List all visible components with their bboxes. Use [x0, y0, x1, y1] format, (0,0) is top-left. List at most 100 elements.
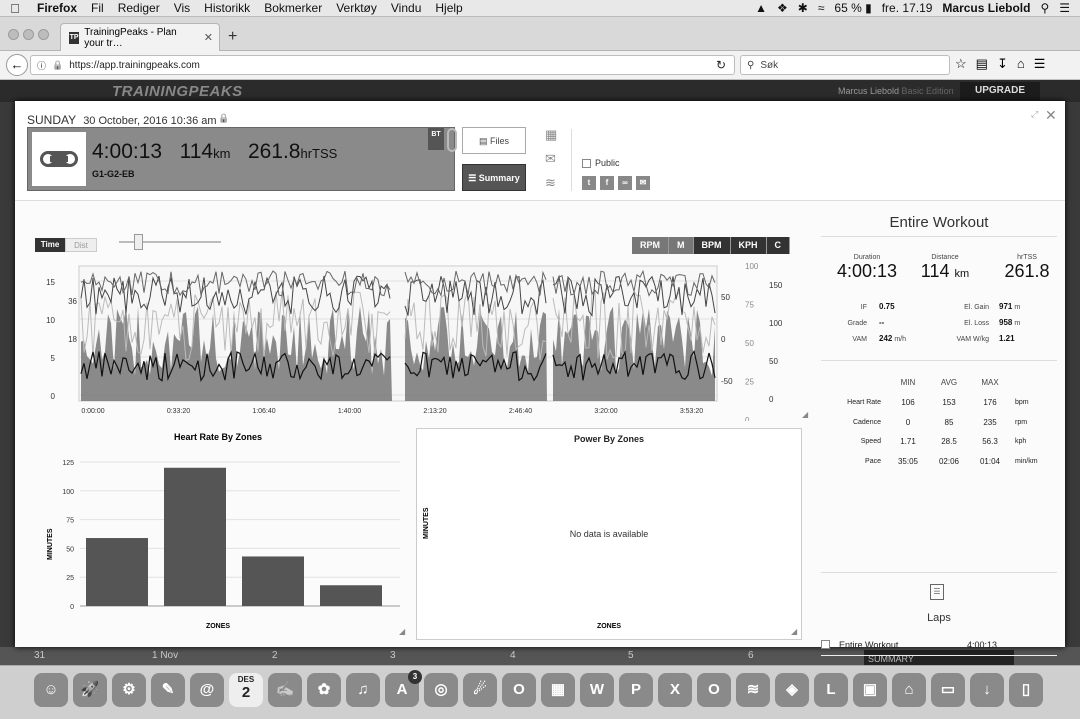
dock-opera-icon[interactable]: O: [502, 673, 536, 707]
menu-bokmerker[interactable]: Bokmerker: [257, 1, 329, 15]
calendar-day[interactable]: 3: [390, 650, 396, 661]
dock-outlook-icon[interactable]: O: [697, 673, 731, 707]
menu-rediger[interactable]: Rediger: [111, 1, 167, 15]
twitter-icon[interactable]: t: [582, 176, 596, 190]
facebook-icon[interactable]: f: [600, 176, 614, 190]
new-tab-button[interactable]: +: [228, 28, 237, 46]
email-icon[interactable]: ✉: [636, 176, 650, 190]
info-icon[interactable]: ⓘ: [37, 59, 46, 72]
window-close-button[interactable]: [8, 29, 19, 40]
dock-dropbox-icon[interactable]: ◈: [775, 673, 809, 707]
attachment-icon[interactable]: [447, 128, 457, 152]
url-bar[interactable]: ⓘ 🔒 https://app.trainingpeaks.com ↻: [30, 55, 735, 75]
menubar-user[interactable]: Marcus Liebold: [942, 1, 1030, 15]
public-checkbox[interactable]: [582, 158, 591, 168]
lap-checkbox[interactable]: [821, 640, 830, 649]
dock-calculator-icon[interactable]: ▦: [541, 673, 575, 707]
apple-icon[interactable]: : [0, 1, 30, 16]
calendar-day[interactable]: 1 Nov: [152, 650, 178, 661]
reload-icon[interactable]: ↻: [716, 58, 726, 72]
dock-photos-icon[interactable]: ✿: [307, 673, 341, 707]
browser-tab[interactable]: TP TrainingPeaks - Plan your tr… ✕: [60, 23, 220, 51]
close-icon[interactable]: ✕: [1045, 107, 1057, 124]
dock-finder-icon[interactable]: ☺: [34, 673, 68, 707]
workout-name[interactable]: G1-G2-EB: [92, 169, 135, 179]
dock-firefox-icon[interactable]: ☄: [463, 673, 497, 707]
calendar-day[interactable]: 2: [272, 650, 278, 661]
menu-vis[interactable]: Vis: [167, 1, 197, 15]
menu-historikk[interactable]: Historikk: [197, 1, 257, 15]
dock-system-preferences-icon[interactable]: ⚙: [112, 673, 146, 707]
window-zoom-button[interactable]: [38, 29, 49, 40]
menu-hjelp[interactable]: Hjelp: [428, 1, 469, 15]
battery-status[interactable]: 65 % ▮: [834, 1, 871, 15]
dock-documents-icon[interactable]: ▭: [931, 673, 965, 707]
wifi-icon[interactable]: ≈: [818, 1, 825, 15]
dock-applications-icon[interactable]: ⌂: [892, 673, 926, 707]
menu-firefox[interactable]: Firefox: [30, 1, 84, 15]
tp-user[interactable]: Marcus Liebold Basic Edition: [838, 86, 954, 96]
back-button[interactable]: ←: [6, 54, 28, 76]
workout-duration[interactable]: 4:00:13: [92, 140, 162, 163]
hr-zones-chart[interactable]: Heart Rate By Zones MINUTES ZONES 125 100…: [30, 428, 410, 638]
dock-word-icon[interactable]: W: [580, 673, 614, 707]
menu-fil[interactable]: Fil: [84, 1, 111, 15]
public-toggle[interactable]: Public: [582, 158, 620, 168]
lap-row-entire[interactable]: Entire Workout 4:00:13: [821, 636, 1057, 656]
dock-slack-icon[interactable]: L: [814, 673, 848, 707]
menu-vindu[interactable]: Vindu: [384, 1, 428, 15]
spotlight-icon[interactable]: ⚲: [1040, 1, 1049, 15]
zone-bar: [320, 585, 382, 606]
workout-tss[interactable]: 261.8: [248, 140, 301, 163]
window-minimize-button[interactable]: [23, 29, 34, 40]
dock-launchpad-icon[interactable]: 🚀: [73, 673, 107, 707]
lock-icon[interactable]: 🔒: [218, 113, 229, 124]
dock-calendar-icon[interactable]: DES 2: [229, 673, 263, 707]
dock-powerpoint-icon[interactable]: P: [619, 673, 653, 707]
dock-excel-icon[interactable]: X: [658, 673, 692, 707]
dock-spotify-icon[interactable]: ≋: [736, 673, 770, 707]
dock-itunes-icon[interactable]: ♫: [346, 673, 380, 707]
tp-logo[interactable]: TRAININGPEAKS: [112, 83, 243, 100]
download-icon[interactable]: ↧: [997, 56, 1008, 72]
resize-handle[interactable]: ◢: [791, 627, 797, 636]
dock-safari-icon[interactable]: ◎: [424, 673, 458, 707]
calendar-day[interactable]: 4: [510, 650, 516, 661]
dock-downloads-icon[interactable]: ↓: [970, 673, 1004, 707]
tab-close-icon[interactable]: ✕: [204, 31, 213, 44]
bar-chart-icon[interactable]: ▦: [545, 127, 557, 143]
bookmark-star-icon[interactable]: ☆: [955, 56, 967, 72]
dropbox-icon[interactable]: ❖: [777, 1, 788, 15]
upgrade-button[interactable]: UPGRADE: [960, 82, 1040, 100]
dock-contacts-icon[interactable]: @: [190, 673, 224, 707]
expand-icon[interactable]: ⤢: [1031, 109, 1038, 120]
dock-trash-icon[interactable]: ▯: [1009, 673, 1043, 707]
dock-app-store-icon[interactable]: A3: [385, 670, 422, 707]
workout-time[interactable]: 10:36 am: [171, 115, 217, 127]
files-button[interactable]: ▤ Files: [462, 127, 526, 154]
clock[interactable]: fre. 17.19: [882, 1, 933, 15]
dock-preview-icon[interactable]: ✎: [151, 673, 185, 707]
home-icon[interactable]: ⌂: [1017, 56, 1025, 72]
bluetooth-icon[interactable]: ✱: [798, 1, 808, 15]
notification-center-icon[interactable]: ☰: [1059, 1, 1070, 15]
menu-verktoy[interactable]: Verktøy: [329, 1, 384, 15]
calendar-day[interactable]: 5: [628, 650, 634, 661]
workout-distance[interactable]: 114: [180, 140, 213, 163]
workout-timeseries-chart[interactable]: 0:00:00 0:33:20 1:06:40 1:40:00 2:13:20 2:46:…: [27, 231, 812, 421]
search-input[interactable]: ⚲ Søk: [740, 55, 950, 75]
link-icon[interactable]: ∞: [618, 176, 632, 190]
reading-list-icon[interactable]: ▤: [976, 56, 988, 72]
comment-icon[interactable]: ✉: [545, 151, 557, 167]
power-zones-chart[interactable]: Power By Zones MINUTES No data is availa…: [416, 428, 802, 640]
summary-button[interactable]: ☰ Summary: [462, 164, 526, 191]
resize-handle[interactable]: ◢: [399, 627, 405, 636]
line-chart-icon[interactable]: ≋: [545, 175, 557, 191]
triangle-icon[interactable]: ▲: [755, 1, 767, 15]
dock-preview-2-icon[interactable]: ▣: [853, 673, 887, 707]
calendar-day[interactable]: 6: [748, 650, 754, 661]
workout-date-text[interactable]: 30 October, 2016: [83, 115, 167, 127]
calendar-day[interactable]: 31: [34, 650, 45, 661]
hamburger-menu-icon[interactable]: ☰: [1034, 56, 1046, 72]
dock-textedit-icon[interactable]: ✍: [268, 673, 302, 707]
